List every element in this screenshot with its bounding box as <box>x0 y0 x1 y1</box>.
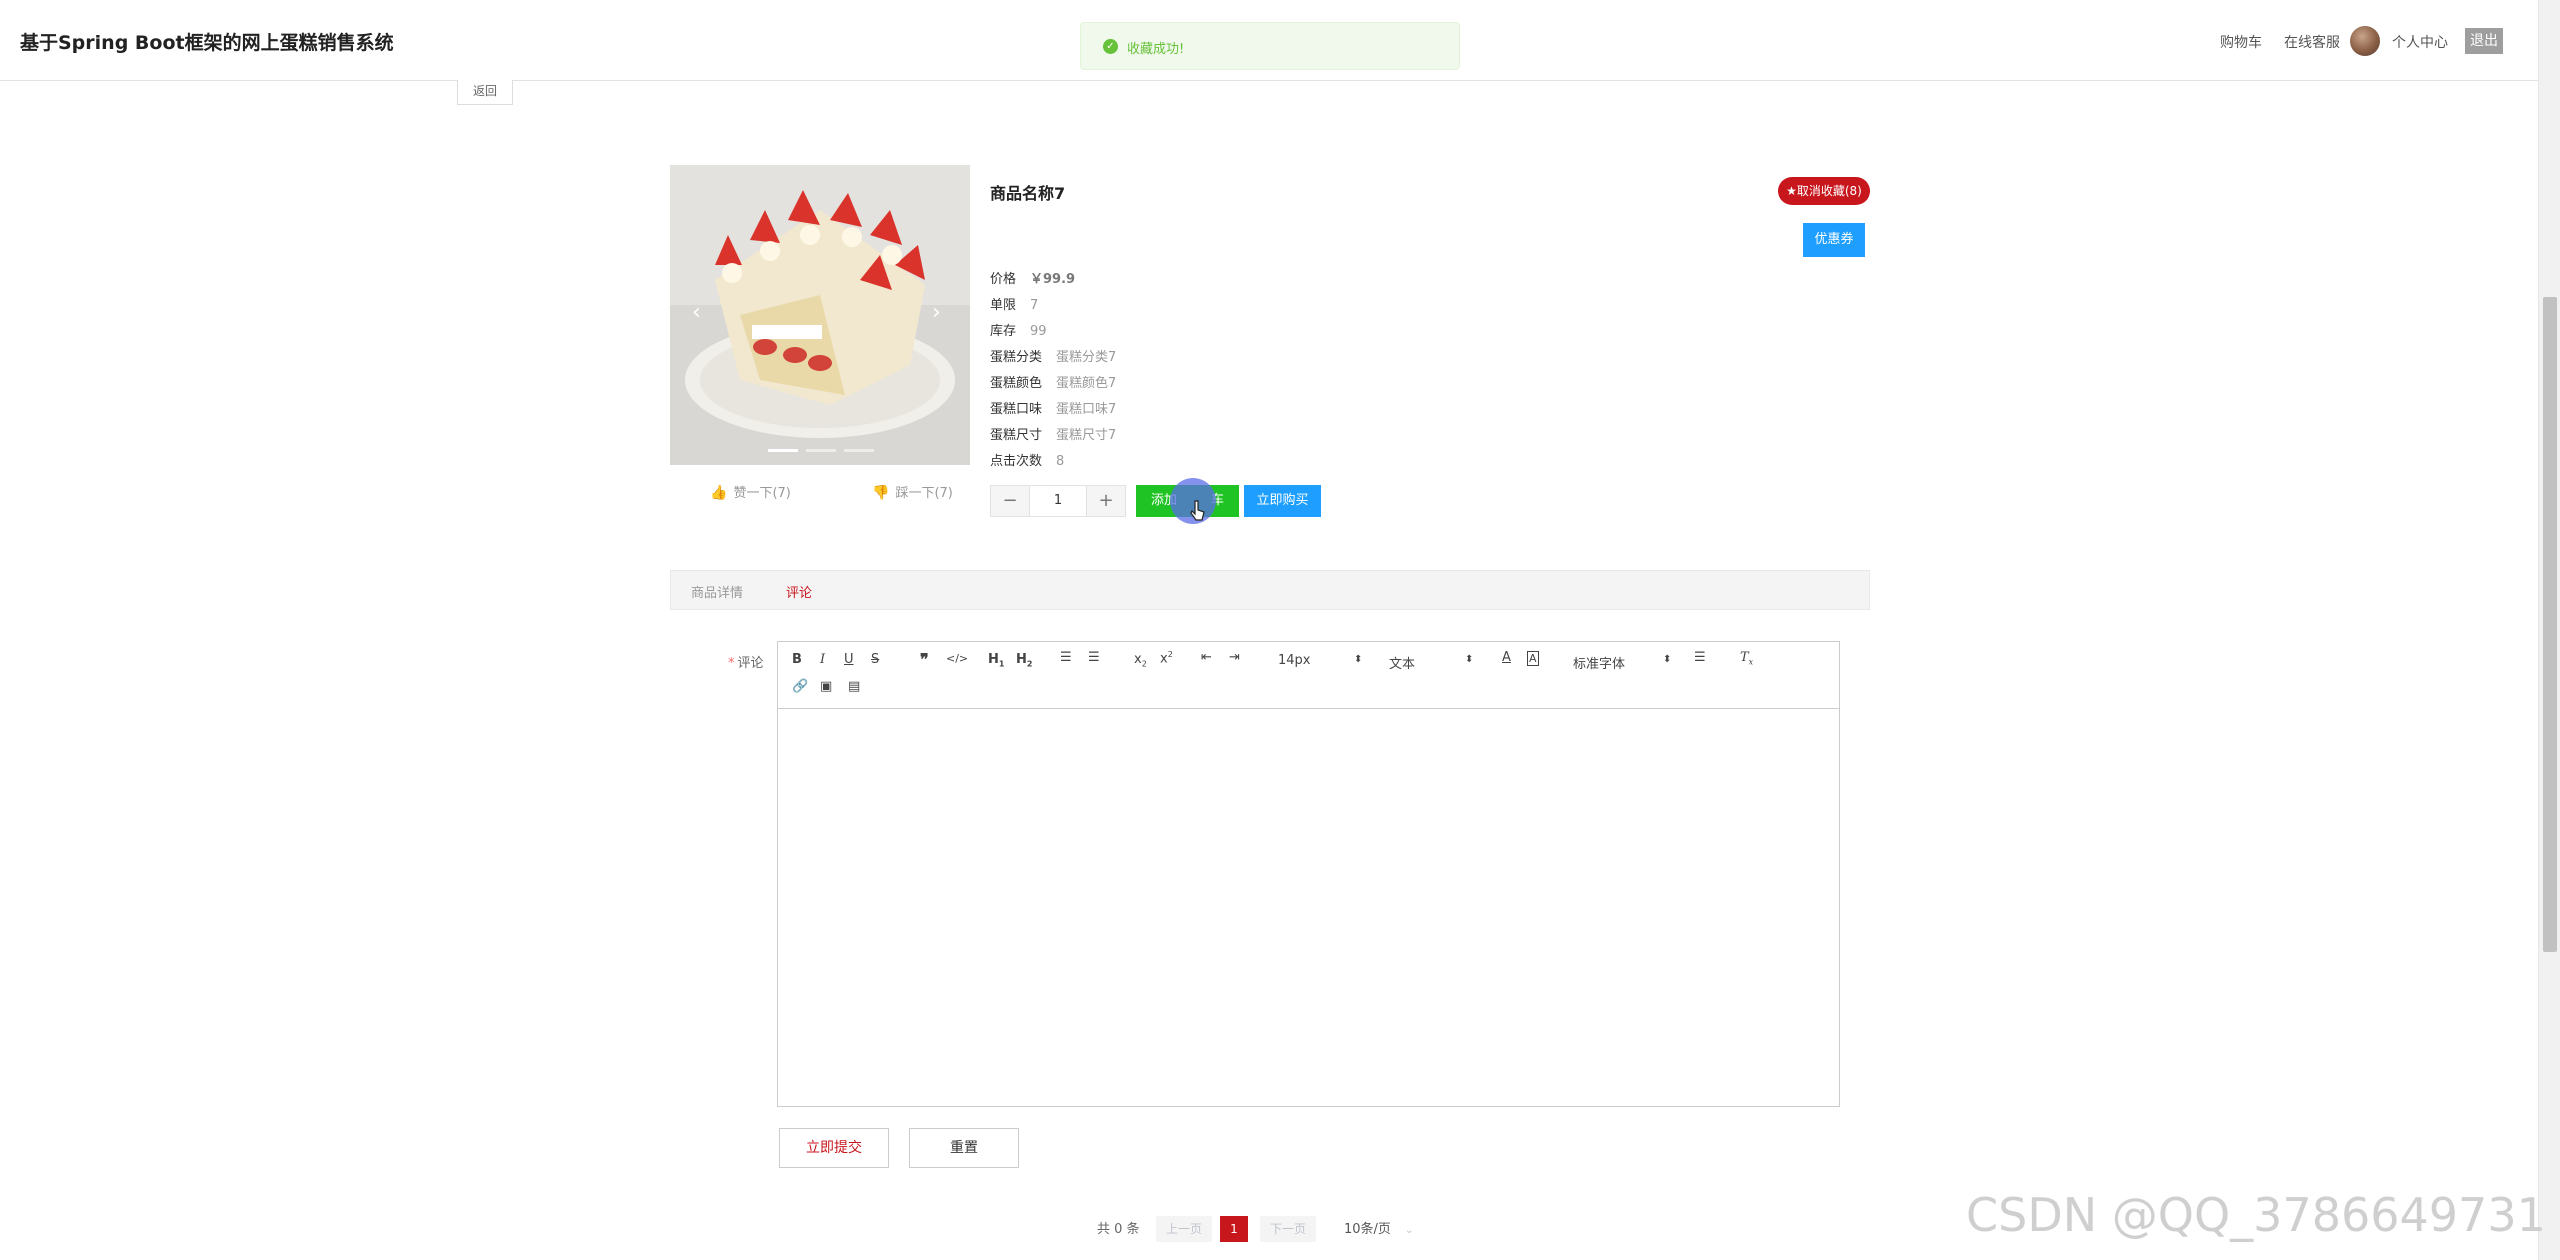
pagination-next-button[interactable]: 下一页 <box>1260 1216 1316 1242</box>
font-color-icon[interactable]: A <box>1502 650 1511 665</box>
submit-comment-button[interactable]: 立即提交 <box>779 1128 889 1168</box>
page-size-select[interactable]: 10条/页 ⌄ <box>1344 1218 1413 1237</box>
quantity-input[interactable]: 1 <box>1029 486 1087 516</box>
check-icon: ✓ <box>1103 39 1118 54</box>
product-tabs: 商品详情 评论 <box>670 570 1870 610</box>
nav-profile-link[interactable]: 个人中心 <box>2392 32 2448 52</box>
superscript-icon[interactable]: x2 <box>1160 650 1173 666</box>
select-caret-icon: ⬍ <box>1663 654 1672 665</box>
quantity-increase-button[interactable]: + <box>1086 486 1125 516</box>
attr-stock: 库存 99 <box>990 324 1047 339</box>
quantity-decrease-button[interactable]: − <box>991 486 1030 516</box>
pagination-current-page[interactable]: 1 <box>1220 1216 1248 1242</box>
scrollbar-thumb[interactable] <box>2543 297 2557 952</box>
attr-price: 价格 ￥99.9 <box>990 272 1076 287</box>
coupon-button[interactable]: 优惠券 <box>1803 223 1865 257</box>
attr-limit: 单限 7 <box>990 298 1039 313</box>
site-title: 基于Spring Boot框架的网上蛋糕销售系统 <box>20 32 394 54</box>
subscript-icon[interactable]: x2 <box>1134 652 1147 669</box>
select-caret-icon: ⬍ <box>1465 654 1474 665</box>
mouse-pointer-icon <box>1190 500 1205 521</box>
like-label: 赞一下(7) <box>733 486 791 501</box>
attr-color: 蛋糕颜色 蛋糕颜色7 <box>990 376 1117 391</box>
carousel-dot[interactable] <box>806 449 836 452</box>
bold-icon[interactable]: B <box>792 652 802 667</box>
comment-rich-text-editor[interactable]: B I U S ❞ </> H1 H2 ☰ ☰ x2 x2 ⇤ ⇥ 14px ⬍ … <box>777 641 1840 1107</box>
quantity-stepper: − 1 + <box>990 485 1126 517</box>
font-size-select[interactable]: 14px ⬍ <box>1278 653 1362 668</box>
outdent-icon[interactable]: ⇤ <box>1201 650 1212 665</box>
block-type-select[interactable]: 文本 ⬍ <box>1389 653 1473 672</box>
favorite-toggle-button[interactable]: ★取消收藏(8) <box>1778 177 1870 205</box>
carousel-prev-icon[interactable]: ‹ <box>692 300 701 325</box>
attr-size: 蛋糕尺寸 蛋糕尺寸7 <box>990 428 1117 443</box>
comment-label: * 评论 <box>728 656 764 671</box>
buy-now-button[interactable]: 立即购买 <box>1244 485 1321 517</box>
carousel-indicators <box>768 449 878 452</box>
logout-button[interactable]: 退出 <box>2465 28 2503 54</box>
pagination-total: 共 0 条 <box>1097 1222 1140 1237</box>
tab-product-detail[interactable]: 商品详情 <box>691 582 743 601</box>
product-name: 商品名称7 <box>990 184 1066 203</box>
strikethrough-icon[interactable]: S <box>871 652 879 667</box>
italic-icon[interactable]: I <box>820 652 825 667</box>
attr-flavor: 蛋糕口味 蛋糕口味7 <box>990 402 1117 417</box>
nav-cart-link[interactable]: 购物车 <box>2220 32 2262 52</box>
underline-icon[interactable]: U <box>844 652 854 667</box>
background-color-icon[interactable]: A <box>1527 651 1539 666</box>
page-scrollbar[interactable] <box>2538 0 2560 1260</box>
back-button[interactable]: 返回 <box>457 80 513 105</box>
image-icon[interactable]: ▣ <box>820 679 832 694</box>
toast-message: 收藏成功! <box>1127 42 1185 57</box>
carousel-dot[interactable] <box>768 449 798 452</box>
carousel-dot[interactable] <box>844 449 874 452</box>
ordered-list-icon[interactable]: ☰ <box>1060 650 1072 665</box>
thumbs-down-icon: 👎 <box>872 485 890 501</box>
attr-clicks: 点击次数 8 <box>990 454 1065 469</box>
code-block-icon[interactable]: </> <box>946 652 968 665</box>
indent-icon[interactable]: ⇥ <box>1229 650 1240 665</box>
avatar[interactable] <box>2350 26 2380 56</box>
select-caret-icon: ⬍ <box>1354 654 1363 665</box>
font-family-select[interactable]: 标准字体 ⬍ <box>1573 653 1671 672</box>
bullet-list-icon[interactable]: ☰ <box>1088 650 1100 665</box>
watermark: CSDN @QQ_3786649731 <box>1966 1188 2546 1242</box>
pagination-prev-button[interactable]: 上一页 <box>1156 1216 1212 1242</box>
reset-button[interactable]: 重置 <box>909 1128 1019 1168</box>
link-icon[interactable]: 🔗 <box>792 679 808 694</box>
attr-category: 蛋糕分类 蛋糕分类7 <box>990 350 1117 365</box>
success-toast: ✓ 收藏成功! <box>1080 22 1460 70</box>
like-button[interactable]: 👍 赞一下(7) <box>710 482 791 501</box>
cake-image <box>670 165 970 465</box>
carousel-next-icon[interactable]: › <box>932 300 941 325</box>
heading1-icon[interactable]: H1 <box>988 652 1004 669</box>
thumbs-up-icon: 👍 <box>710 485 728 501</box>
editor-toolbar: B I U S ❞ </> H1 H2 ☰ ☰ x2 x2 ⇤ ⇥ 14px ⬍ … <box>778 642 1839 709</box>
align-icon[interactable]: ☰ <box>1694 650 1706 665</box>
dislike-button[interactable]: 👎 踩一下(7) <box>872 482 953 501</box>
chevron-down-icon: ⌄ <box>1404 1225 1414 1236</box>
heading2-icon[interactable]: H2 <box>1016 652 1032 669</box>
dislike-label: 踩一下(7) <box>895 486 953 501</box>
nav-service-link[interactable]: 在线客服 <box>2284 32 2340 52</box>
tab-review[interactable]: 评论 <box>786 582 812 601</box>
product-image-carousel[interactable]: ‹ › <box>670 165 970 465</box>
video-icon[interactable]: ▤ <box>848 679 860 694</box>
blockquote-icon[interactable]: ❞ <box>920 650 929 669</box>
clear-format-icon[interactable]: Tx <box>1740 650 1753 667</box>
